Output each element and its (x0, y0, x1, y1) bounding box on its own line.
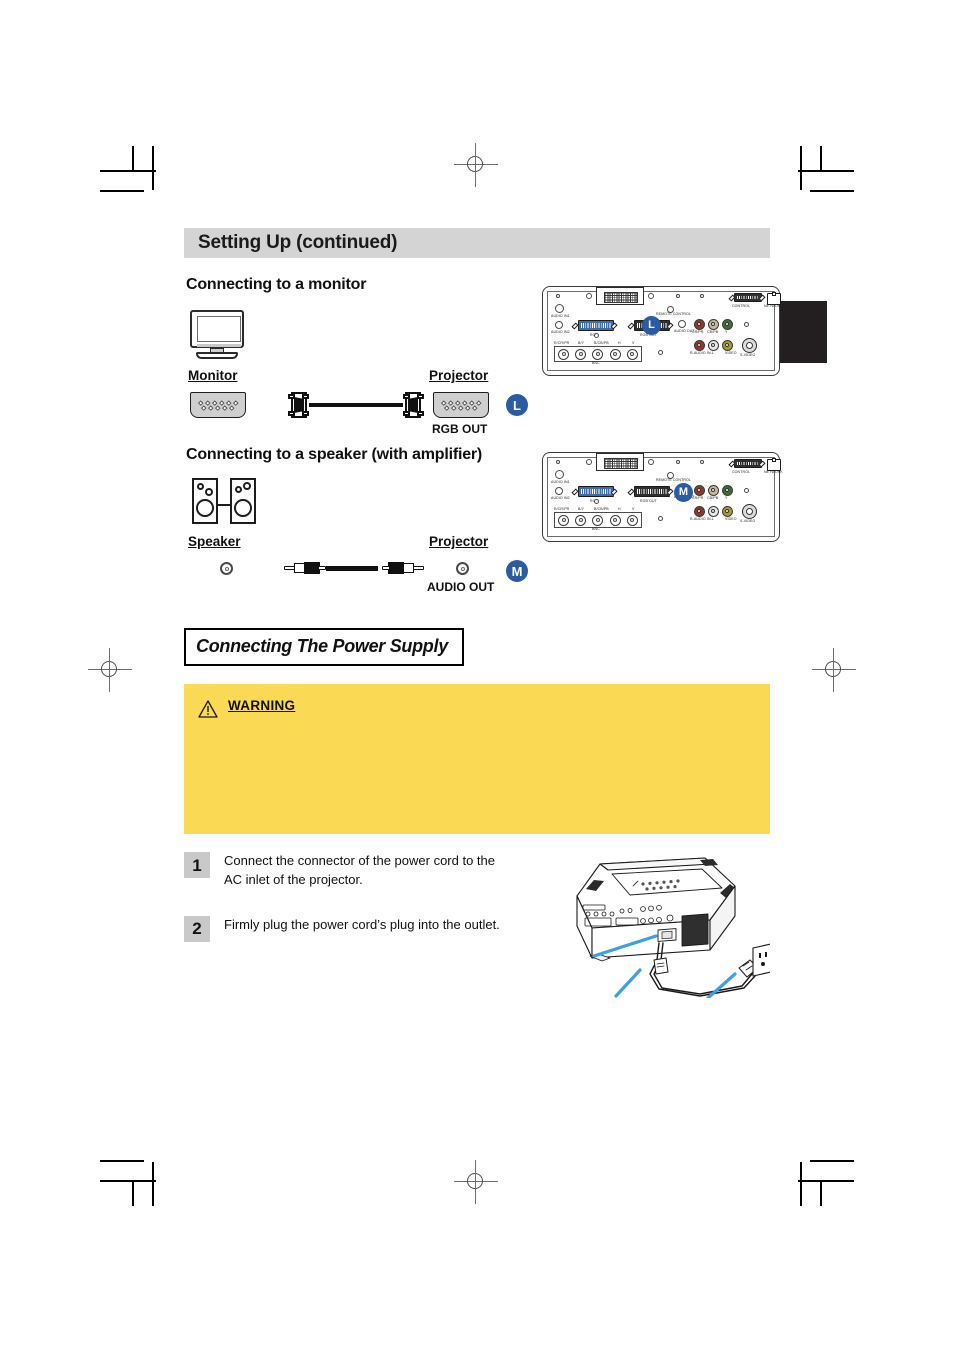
connection-diagram-speaker: Speaker Projector AUDIO OUT M CONTROL NE… (184, 452, 783, 594)
panel-label-audio-in1: AUDIO IN1 (551, 480, 570, 485)
projector-rear-panel-speaker: CONTROL NETWORK AUDIO IN1 AUDIO IN2 RGB … (542, 452, 783, 542)
warning-triangle-icon (198, 700, 218, 718)
device-label-projector-monitor: Projector (429, 368, 489, 383)
panel-label-video: VIDEO (725, 351, 737, 356)
projector-audio-out-jack-icon (456, 562, 469, 575)
device-label-projector-speaker: Projector (429, 534, 489, 549)
registration-mark-right (812, 648, 856, 692)
panel-label-cb-pb: CB/PB (707, 496, 719, 501)
projector-rgb-out-port-icon (433, 392, 489, 418)
panel-label-s-video: S-VIDEO (740, 519, 756, 524)
power-supply-steps: 1 Connect the connector of the power cor… (184, 852, 770, 998)
panel-label-control: CONTROL (732, 470, 751, 475)
page-title: Setting Up (continued) (198, 232, 398, 253)
page-edge-tab (772, 301, 827, 363)
connection-badge-l: L (506, 394, 528, 416)
step-text: Connect the connector of the power cord … (224, 853, 496, 887)
panel-label-network: NETWORK (764, 470, 783, 475)
panel-label-cr-pr: CR/PR (692, 496, 704, 501)
panel-label-bnc: BNC (592, 527, 600, 532)
vga-cable-icon (288, 392, 424, 418)
speaker-audio-jack-icon (220, 562, 233, 575)
panel-badge-m: M (674, 483, 693, 502)
page-title-bar: Setting Up (continued) (184, 228, 770, 258)
panel-label-y: Y (725, 496, 728, 501)
panel-label-video: VIDEO (725, 517, 737, 522)
registration-mark-left (88, 648, 132, 692)
device-label-monitor: Monitor (188, 368, 238, 383)
monitor-dsub-port-icon (190, 392, 246, 418)
step-text: Firmly plug the power cord’s plug into t… (224, 916, 500, 932)
panel-label-remote-control: REMOTE CONTROL (656, 478, 691, 483)
panel-label-bnc: BNC (592, 361, 600, 366)
panel-label-audio-in2: AUDIO IN2 (551, 496, 570, 501)
panel-label-audio-in-rl: R-AUDIO IN-L (690, 517, 715, 522)
projector-rear-panel-monitor: CONTROL NETWORK AUDIO IN1 AUDIO IN2 RGB … (542, 286, 783, 376)
speaker-pair-icon (192, 478, 256, 526)
projector-power-cord-outlet-illustration (576, 857, 770, 998)
step-number: 2 (184, 915, 210, 942)
panel-label-rgb-out: RGB OUT (640, 499, 657, 504)
device-label-speaker: Speaker (188, 534, 241, 549)
panel-label-audio-in2: AUDIO IN2 (551, 330, 570, 335)
connection-badge-m: M (506, 560, 528, 582)
panel-label-control: CONTROL (732, 304, 751, 309)
connection-diagram-monitor: Monitor Projector RGB OUT L CONTROL NETW… (184, 286, 783, 436)
panel-label-cr-pr: CR/PR (692, 330, 704, 335)
panel-label-audio-in-rl: R-AUDIO IN-L (690, 351, 715, 356)
panel-label-s-video: S-VIDEO (740, 353, 756, 358)
rca-audio-cable-icon (284, 560, 424, 576)
crt-monitor-icon (190, 310, 246, 360)
panel-label-remote-control: REMOTE CONTROL (656, 312, 691, 317)
panel-label-network: NETWORK (764, 304, 783, 309)
page-content: Setting Up (continued) Connecting to a m… (184, 228, 783, 998)
port-label-rgb-out: RGB OUT (432, 422, 488, 436)
panel-label-audio-in1: AUDIO IN1 (551, 314, 570, 319)
warning-box: WARNING (184, 684, 770, 834)
panel-badge-l: L (642, 316, 661, 335)
step-number: 1 (184, 852, 210, 878)
registration-mark-top (454, 143, 498, 187)
port-label-audio-out: AUDIO OUT (427, 580, 495, 594)
panel-label-y: Y (725, 330, 728, 335)
warning-title: WARNING (228, 698, 296, 713)
panel-label-cb-pb: CB/PB (707, 330, 719, 335)
registration-mark-bottom (454, 1160, 498, 1204)
power-supply-heading: Connecting The Power Supply (184, 628, 464, 666)
